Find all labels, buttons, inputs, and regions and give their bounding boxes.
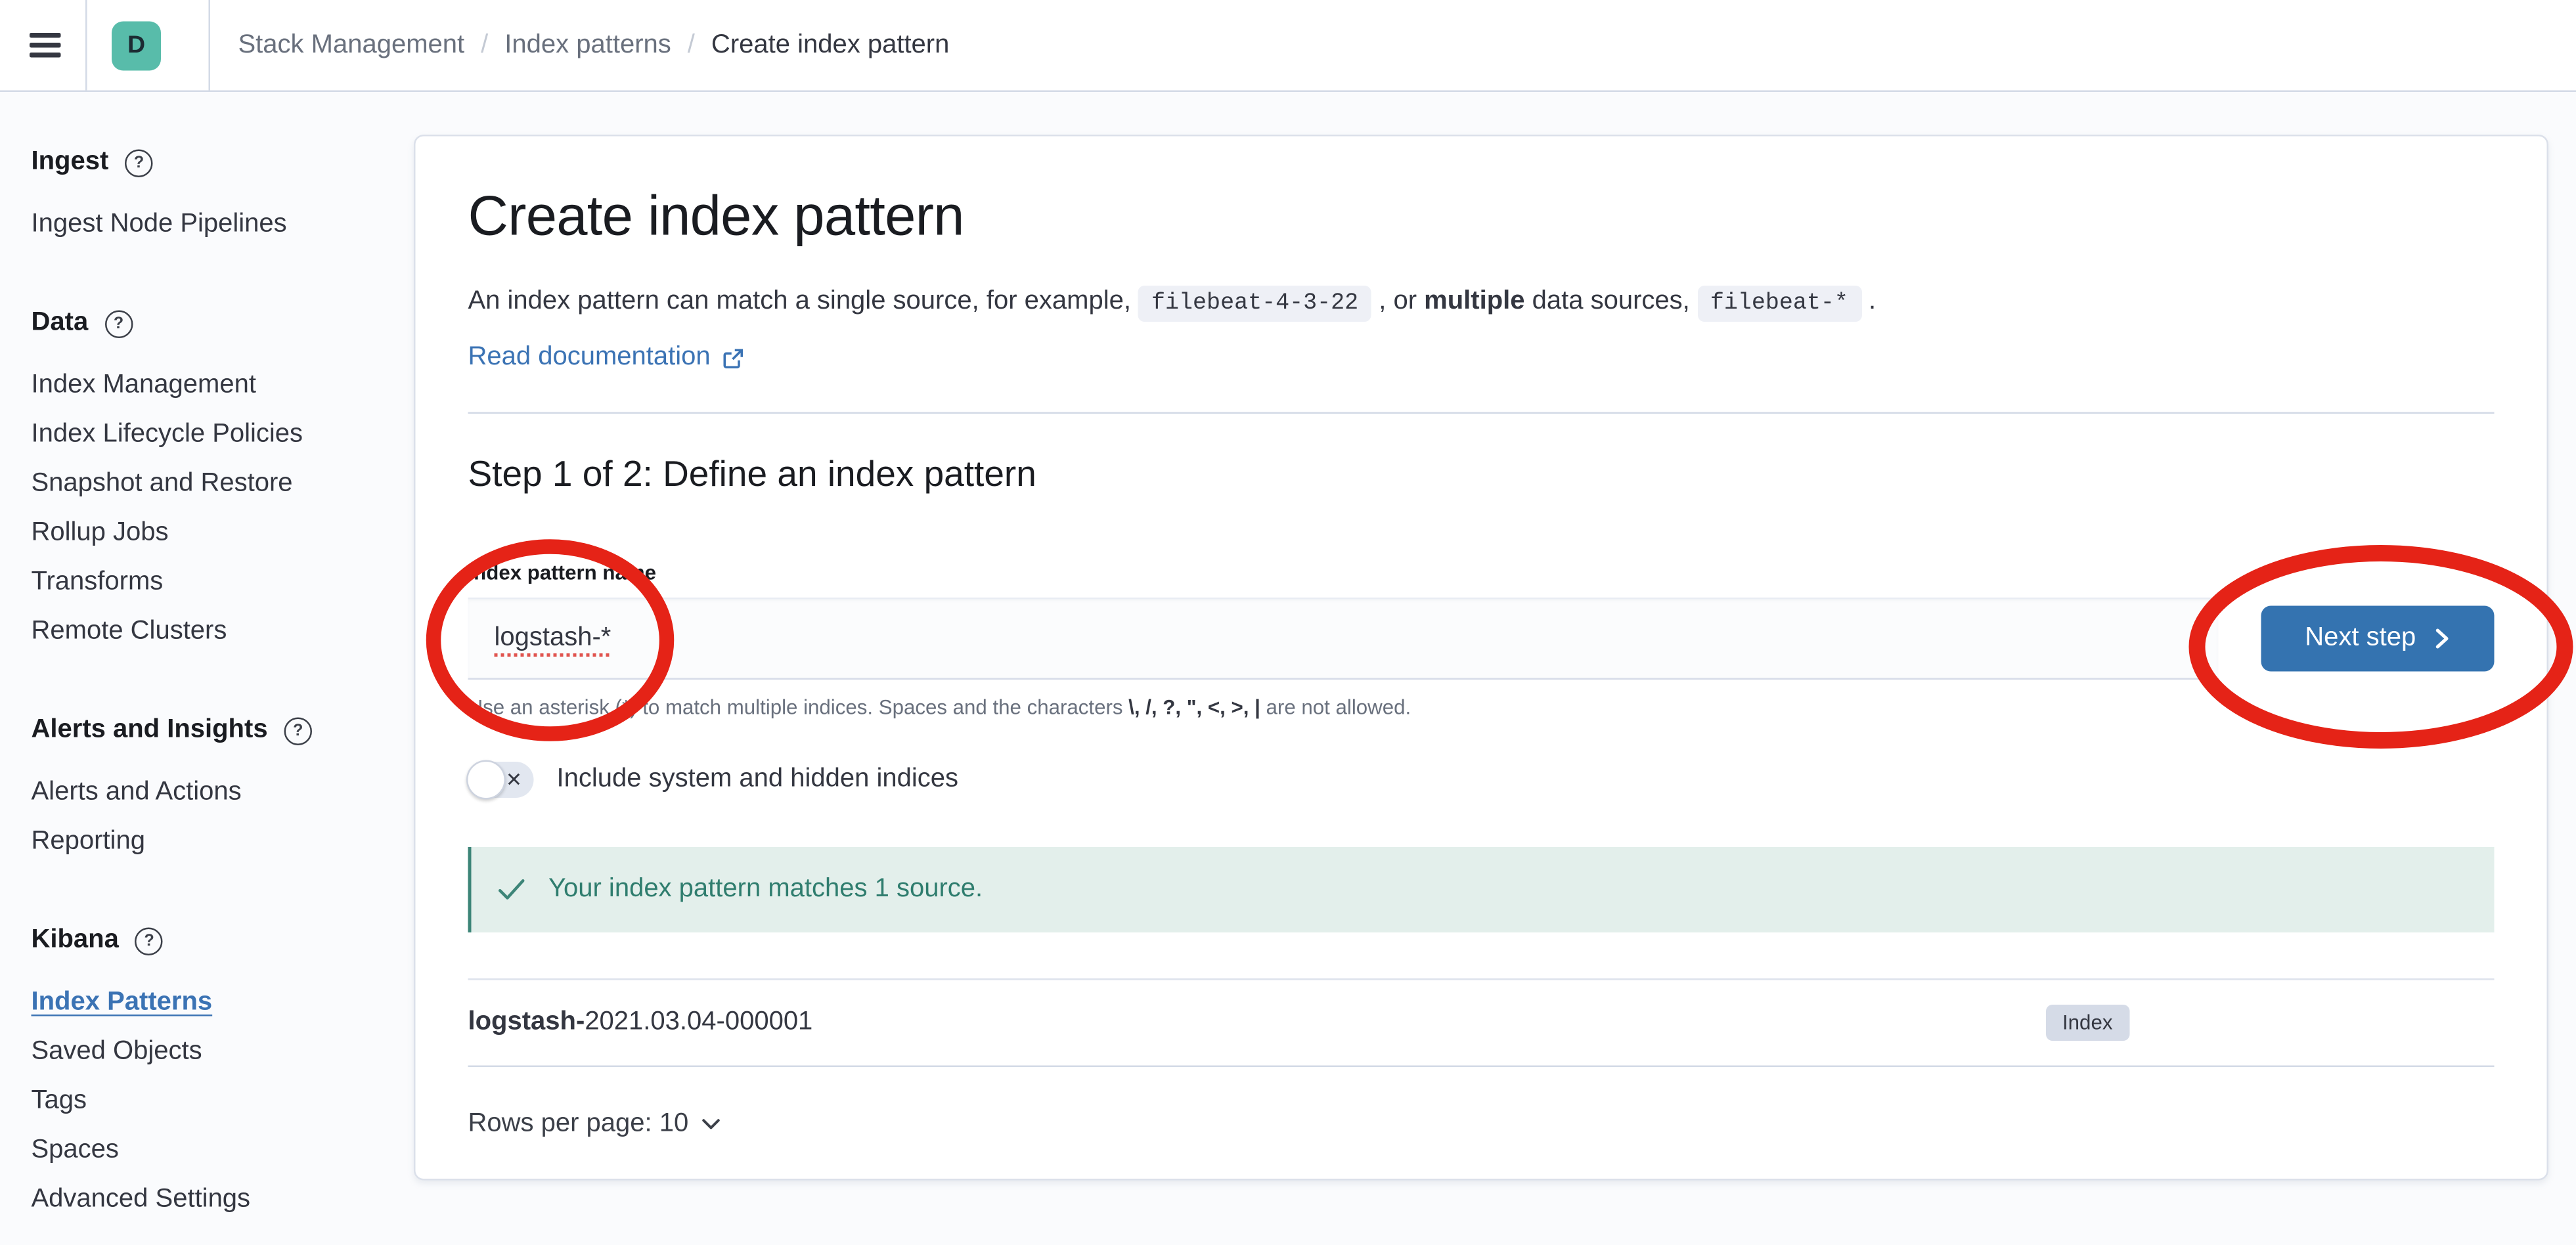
sidebar-heading-data: Data ? <box>32 309 395 338</box>
table-row: logstash-2021.03.04-000001 Index <box>468 978 2495 1067</box>
sidebar-section-data: Data ? Index Management Index Lifecycle … <box>32 309 395 657</box>
management-sidebar: Ingest ? Ingest Node Pipelines Data ? In… <box>0 92 414 1245</box>
next-step-label: Next step <box>2305 624 2416 653</box>
sidebar-item-alerts-and-actions[interactable]: Alerts and Actions <box>32 768 395 818</box>
sidebar-heading-label: Ingest <box>32 148 109 177</box>
sidebar-item-saved-objects[interactable]: Saved Objects <box>32 1028 395 1077</box>
include-hidden-indices-label: Include system and hidden indices <box>557 765 958 795</box>
step-heading: Step 1 of 2: Define an index pattern <box>468 453 2495 496</box>
sidebar-heading-label: Alerts and Insights <box>32 716 268 745</box>
read-documentation-label: Read documentation <box>468 343 711 373</box>
help-icon[interactable]: ? <box>104 309 133 338</box>
index-pattern-form-row: logstash-* Next step <box>468 598 2495 680</box>
include-hidden-indices-row: ✕ Include system and hidden indices <box>468 762 2495 798</box>
breadcrumb-separator: / <box>481 30 488 60</box>
chevron-right-icon <box>2434 627 2451 650</box>
sidebar-item-index-lifecycle-policies[interactable]: Index Lifecycle Policies <box>32 410 395 460</box>
cross-icon: ✕ <box>506 770 522 790</box>
help-text: Use an asterisk (*) to match multiple in… <box>468 696 1129 719</box>
rows-per-page-label: Rows per page: 10 <box>468 1110 689 1139</box>
top-navigation-bar: D Stack Management / Index patterns / Cr… <box>0 0 2576 92</box>
breadcrumb-separator: / <box>688 30 695 60</box>
breadcrumb: Stack Management / Index patterns / Crea… <box>238 30 950 60</box>
sidebar-item-tags[interactable]: Tags <box>32 1077 395 1126</box>
read-documentation-link[interactable]: Read documentation <box>468 343 744 373</box>
intro-text: . <box>1861 288 1876 316</box>
sidebar-section-alerts-insights: Alerts and Insights ? Alerts and Actions… <box>32 716 395 867</box>
sidebar-section-kibana: Kibana ? Index Patterns Saved Objects Ta… <box>32 926 395 1225</box>
check-icon <box>498 879 526 902</box>
rows-per-page-button[interactable]: Rows per page: 10 <box>468 1110 722 1139</box>
sidebar-item-rollup-jobs[interactable]: Rollup Jobs <box>32 509 395 558</box>
success-callout: Your index pattern matches 1 source. <box>468 847 2495 932</box>
chevron-down-icon <box>701 1118 721 1131</box>
success-callout-message: Your index pattern matches 1 source. <box>548 875 983 905</box>
sidebar-item-advanced-settings[interactable]: Advanced Settings <box>32 1175 395 1225</box>
help-icon[interactable]: ? <box>135 927 164 955</box>
create-index-pattern-panel: Create index pattern An index pattern ca… <box>414 135 2548 1181</box>
sidebar-item-reporting[interactable]: Reporting <box>32 818 395 867</box>
sidebar-item-snapshot-and-restore[interactable]: Snapshot and Restore <box>32 460 395 509</box>
header-divider <box>85 0 87 91</box>
breadcrumb-current-page: Create index pattern <box>711 30 949 60</box>
help-forbidden-characters: \, /, ?, ", <, >, | <box>1128 696 1260 719</box>
avatar[interactable]: D <box>112 20 161 70</box>
intro-text: data sources, <box>1525 288 1697 316</box>
index-name-rest: 2021.03.04-000001 <box>585 1008 812 1036</box>
intro-text: An index pattern can match a single sour… <box>468 288 1139 316</box>
sidebar-section-ingest: Ingest ? Ingest Node Pipelines <box>32 148 395 250</box>
intro-bold-multiple: multiple <box>1424 288 1524 316</box>
sidebar-item-ingest-node-pipelines[interactable]: Ingest Node Pipelines <box>32 200 395 250</box>
help-icon[interactable]: ? <box>125 148 153 177</box>
include-hidden-indices-toggle[interactable]: ✕ <box>468 762 534 798</box>
code-example-wildcard: filebeat-* <box>1697 286 1861 322</box>
index-badge: Index <box>2046 1005 2129 1041</box>
section-divider <box>468 412 2495 414</box>
intro-text: , or <box>1371 288 1424 316</box>
input-help-text: Use an asterisk (*) to match multiple in… <box>468 696 2495 719</box>
sidebar-item-transforms[interactable]: Transforms <box>32 558 395 607</box>
sidebar-heading-label: Kibana <box>32 926 119 955</box>
code-example-single: filebeat-4-3-22 <box>1138 286 1371 322</box>
index-pattern-input-value: logstash-* <box>495 624 611 653</box>
breadcrumb-index-patterns[interactable]: Index patterns <box>504 30 671 60</box>
sidebar-heading-alerts-insights: Alerts and Insights ? <box>32 716 395 745</box>
index-name-prefix: logstash- <box>468 1008 585 1036</box>
index-pattern-input[interactable]: logstash-* <box>468 598 2219 680</box>
intro-paragraph: An index pattern can match a single sour… <box>468 279 2495 327</box>
toggle-knob <box>466 760 506 800</box>
breadcrumb-stack-management[interactable]: Stack Management <box>238 30 465 60</box>
kibana-screen: D Stack Management / Index patterns / Cr… <box>0 0 2576 1245</box>
sidebar-item-remote-clusters[interactable]: Remote Clusters <box>32 607 395 657</box>
index-pattern-name-label: Index pattern name <box>468 561 2495 584</box>
index-tag-cell: Index <box>2046 1005 2495 1041</box>
sidebar-heading-label: Data <box>32 309 89 338</box>
external-link-icon <box>722 347 744 369</box>
sidebar-heading-kibana: Kibana ? <box>32 926 395 955</box>
help-icon[interactable]: ? <box>284 716 313 745</box>
next-step-button[interactable]: Next step <box>2261 606 2495 672</box>
sidebar-item-index-patterns[interactable]: Index Patterns <box>32 978 395 1028</box>
sidebar-item-index-management[interactable]: Index Management <box>32 361 395 410</box>
index-name-cell: logstash-2021.03.04-000001 <box>468 1008 2047 1038</box>
header-divider <box>209 0 211 91</box>
sidebar-heading-ingest: Ingest ? <box>32 148 395 177</box>
menu-hamburger-icon[interactable] <box>30 33 61 58</box>
page-title: Create index pattern <box>468 186 2495 250</box>
sidebar-item-spaces[interactable]: Spaces <box>32 1126 395 1175</box>
help-text: are not allowed. <box>1260 696 1411 719</box>
